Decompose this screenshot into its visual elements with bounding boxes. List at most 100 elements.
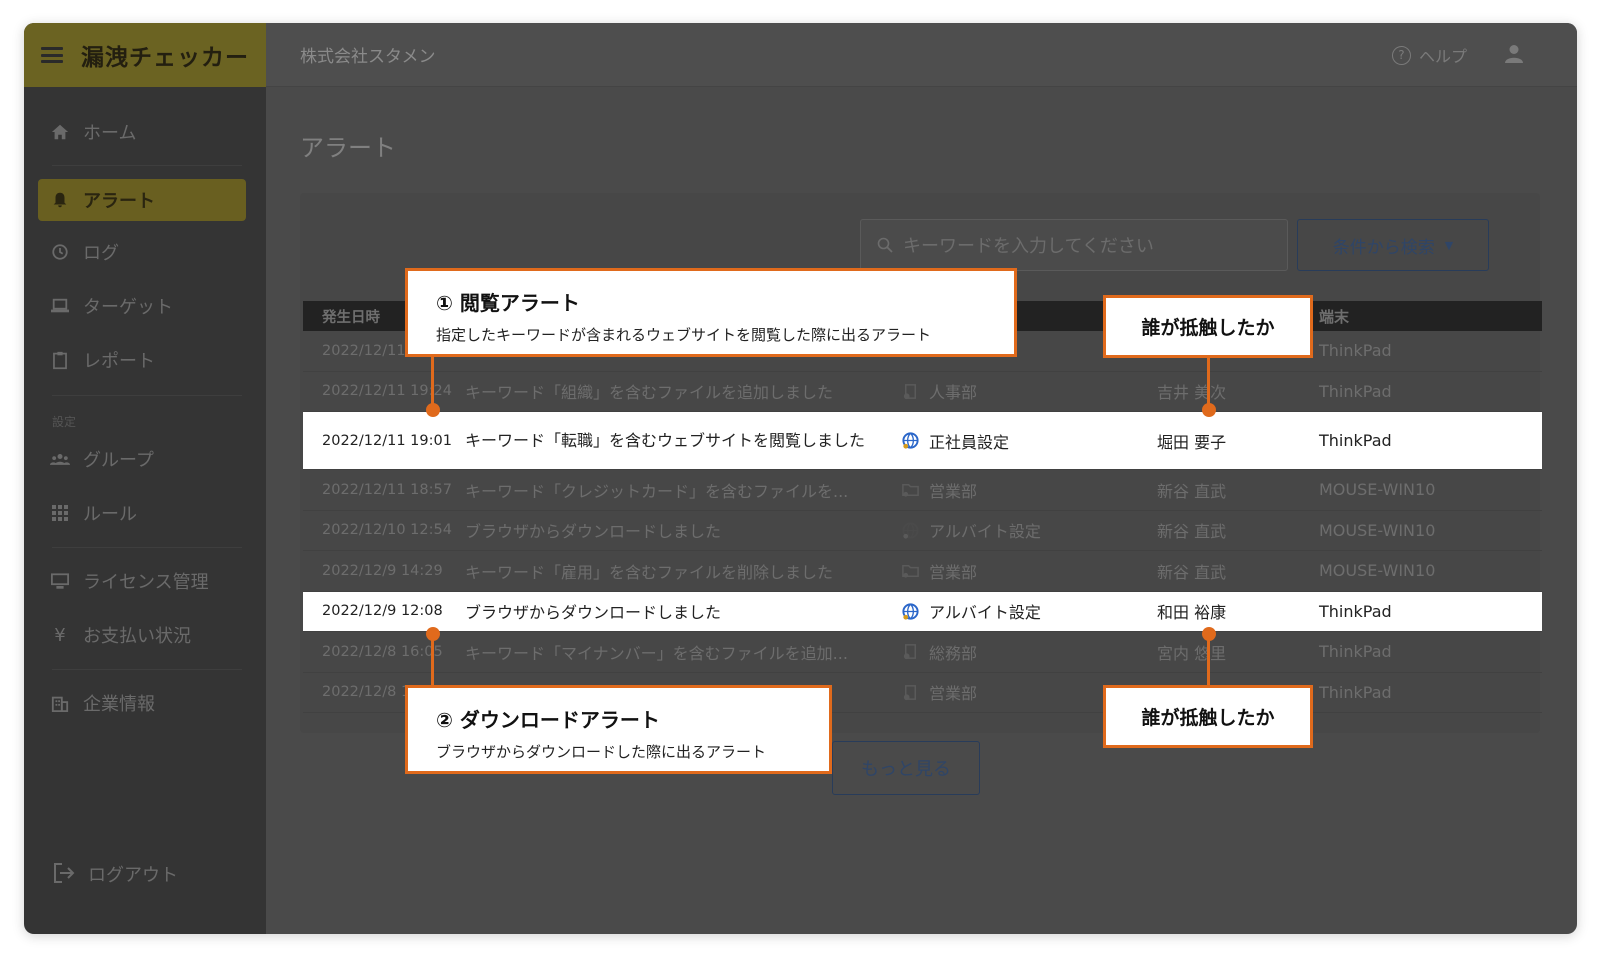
folder-alert-icon [901, 561, 920, 580]
cell-time: 2022/12/11 19:01 [322, 432, 452, 449]
sidebar-item-label: 企業情報 [83, 694, 155, 715]
condition-search-button[interactable]: 条件から検索 ▼ [1297, 219, 1489, 271]
cell-time: 2022/12/9 14:29 [322, 562, 443, 579]
sidebar-item-report[interactable]: レポート [38, 339, 246, 381]
company-name: 株式会社スタメン [300, 47, 436, 67]
laptop-icon [50, 296, 70, 316]
cell-device: ThinkPad [1319, 381, 1392, 401]
sidebar-item-label: ターゲット [83, 297, 173, 318]
sidebar-item-label: グループ [83, 450, 154, 471]
app-window: 漏洩チェッカー ホーム アラート ログ ターゲット レポート 設定 グループ ル… [24, 23, 1577, 934]
sidebar-item-label: アラート [83, 191, 155, 212]
grid-icon [50, 503, 70, 523]
main-area: 株式会社スタメン ? ヘルプ アラート キーワードを入力してください 条件から検… [266, 23, 1577, 934]
brand-header: 漏洩チェッカー [24, 23, 266, 87]
cell-time: 2022/12/8 16:05 [322, 643, 443, 660]
table-row[interactable]: 2022/12/8 16:05 キーワード「マイナンバー」を含むファイルを追加..… [303, 632, 1542, 673]
sidebar-item-payment[interactable]: ¥ お支払い状況 [38, 614, 246, 656]
user-icon[interactable] [1503, 43, 1525, 65]
page-title: アラート [300, 134, 396, 162]
cell-user: 新谷 直武 [1157, 522, 1227, 542]
logout-button[interactable]: ログアウト [52, 861, 178, 887]
table-row[interactable]: 2022/12/10 12:54 ブラウザからダウンロードしました アルバイト設定 新… [303, 511, 1542, 551]
file-alert-icon [901, 382, 920, 401]
cell-user: 堀田 要子 [1157, 432, 1227, 452]
help-button[interactable]: ? ヘルプ [1391, 43, 1467, 67]
cell-time: 2022/12/11 19:24 [322, 383, 452, 400]
browse-alert-callout: ① 閲覧アラート 指定したキーワードが含まれるウェブサイトを閲覧した際に出るアラ… [405, 268, 1017, 357]
table-row[interactable]: 2022/12/9 14:29 キーワード「雇用」を含むファイルを削除しました 営業… [303, 551, 1542, 592]
cell-message: キーワード「雇用」を含むファイルを削除しました [465, 562, 834, 582]
settings-section-label: 設定 [52, 415, 77, 429]
cell-message: キーワード「組織」を含むファイルを追加しました [465, 383, 834, 403]
sidebar-item-license[interactable]: ライセンス管理 [38, 560, 246, 602]
clipboard-icon [50, 350, 70, 370]
cell-group: 総務部 [901, 640, 1157, 664]
cell-group: 営業部 [901, 559, 1157, 583]
callout-description: ブラウザからダウンロードした際に出るアラート [436, 743, 767, 761]
cell-user: 新谷 直武 [1157, 481, 1227, 501]
group-label: 正社員設定 [929, 432, 1010, 452]
divider [52, 165, 242, 166]
connector-line [1207, 635, 1210, 687]
cell-group: 営業部 [901, 478, 1157, 502]
top-bar: 株式会社スタメン ? ヘルプ [266, 23, 1577, 87]
table-row[interactable]: 2022/12/11 19:01 キーワード「転職」を含むウェブサイトを閲覧しまし… [303, 412, 1542, 470]
sidebar-item-alert[interactable]: アラート [38, 179, 246, 221]
sidebar-item-label: ルール [83, 504, 137, 525]
who-violated-callout-bottom: 誰が抵触したか [1103, 685, 1313, 748]
more-button[interactable]: もっと見る [832, 741, 980, 795]
yen-icon: ¥ [54, 624, 66, 646]
sidebar-item-company[interactable]: 企業情報 [38, 682, 246, 724]
sidebar-item-log[interactable]: ログ [38, 231, 246, 273]
connector-dot [1202, 627, 1216, 641]
cell-user: 新谷 直武 [1157, 562, 1227, 582]
sidebar-item-group[interactable]: グループ [38, 438, 246, 480]
cell-user: 吉井 美次 [1157, 383, 1227, 403]
logout-icon [52, 862, 76, 886]
bell-icon [50, 190, 70, 210]
cell-message: ブラウザからダウンロードしました [465, 522, 722, 542]
cell-device: MOUSE-WIN10 [1319, 520, 1436, 540]
menu-icon[interactable] [41, 47, 63, 63]
group-label: 人事部 [929, 383, 978, 403]
sidebar-item-label: ログ [83, 243, 119, 264]
connector-line [431, 635, 434, 687]
callout-description: 指定したキーワードが含まれるウェブサイトを閲覧した際に出るアラート [436, 326, 932, 344]
cell-group: 人事部 [901, 379, 1157, 403]
search-input[interactable]: キーワードを入力してください [860, 219, 1288, 271]
cell-device: ThinkPad [1319, 341, 1392, 361]
table-row[interactable]: 2022/12/11 19:24 キーワード「組織」を含むファイルを追加しました 人… [303, 372, 1542, 412]
sidebar-item-rule[interactable]: ルール [38, 492, 246, 534]
app-title: 漏洩チェッカー [81, 45, 249, 71]
cell-message: キーワード「転職」を含むウェブサイトを閲覧しました [465, 430, 866, 450]
sidebar-item-label: ライセンス管理 [83, 572, 209, 593]
sidebar-item-home[interactable]: ホーム [38, 111, 246, 153]
cell-message: ブラウザからダウンロードしました [465, 603, 722, 623]
file-alert-icon [901, 642, 920, 661]
chevron-down-icon: ▼ [1444, 238, 1454, 252]
callout-title: ① 閲覧アラート [436, 291, 580, 315]
search-placeholder: キーワードを入力してください [903, 236, 1154, 257]
cell-device: ThinkPad [1319, 642, 1392, 662]
table-row[interactable]: 2022/12/11 18:57 キーワード「クレジットカード」を含むファイルを.… [303, 470, 1542, 511]
web-alert-icon [901, 521, 920, 540]
header-device: 端末 [1319, 307, 1350, 326]
group-icon [50, 449, 70, 469]
file-alert-icon [901, 683, 920, 702]
logout-label: ログアウト [88, 865, 178, 886]
condition-search-label: 条件から検索 [1332, 237, 1435, 258]
monitor-icon [50, 571, 70, 591]
connector-dot [1202, 403, 1216, 417]
web-alert-icon [901, 431, 920, 450]
group-label: 営業部 [929, 562, 978, 582]
cell-message: キーワード「クレジットカード」を含むファイルを... [465, 481, 849, 501]
help-label: ヘルプ [1418, 47, 1467, 66]
sidebar-item-target[interactable]: ターゲット [38, 285, 246, 327]
cell-device: MOUSE-WIN10 [1319, 561, 1436, 581]
table-row[interactable]: 2022/12/9 12:08 ブラウザからダウンロードしました アルバイト設定 和田… [303, 591, 1542, 632]
building-icon [50, 693, 70, 713]
cell-time: 2022/12/10 12:54 [322, 522, 452, 539]
cell-device: ThinkPad [1319, 431, 1392, 450]
home-icon [50, 122, 70, 142]
